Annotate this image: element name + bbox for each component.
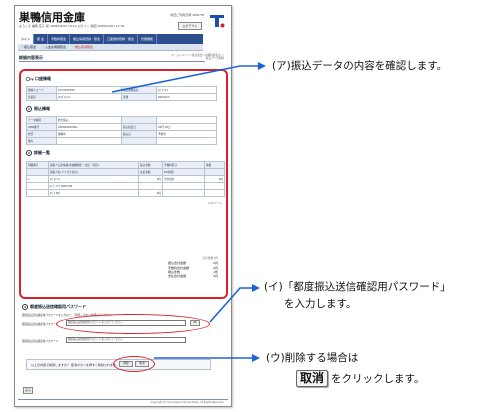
arrow-a	[111, 62, 266, 93]
annotation-c-line1: (ウ)削除する場合は	[266, 352, 359, 364]
annotation-a: (ア)振込データの内容を確認します。	[272, 60, 448, 72]
annotation-c-line2: 取消 をクリックします。	[296, 370, 424, 387]
annotation-b-line2: を入力します。	[284, 298, 357, 310]
annotation-b-line1: (イ)「都度振込送信確認用パスワード」	[264, 281, 451, 293]
annotation-cancel-key: 取消	[296, 370, 329, 387]
arrow-b	[209, 284, 260, 323]
annotation-c-line2-text: をクリックします。	[331, 373, 425, 385]
